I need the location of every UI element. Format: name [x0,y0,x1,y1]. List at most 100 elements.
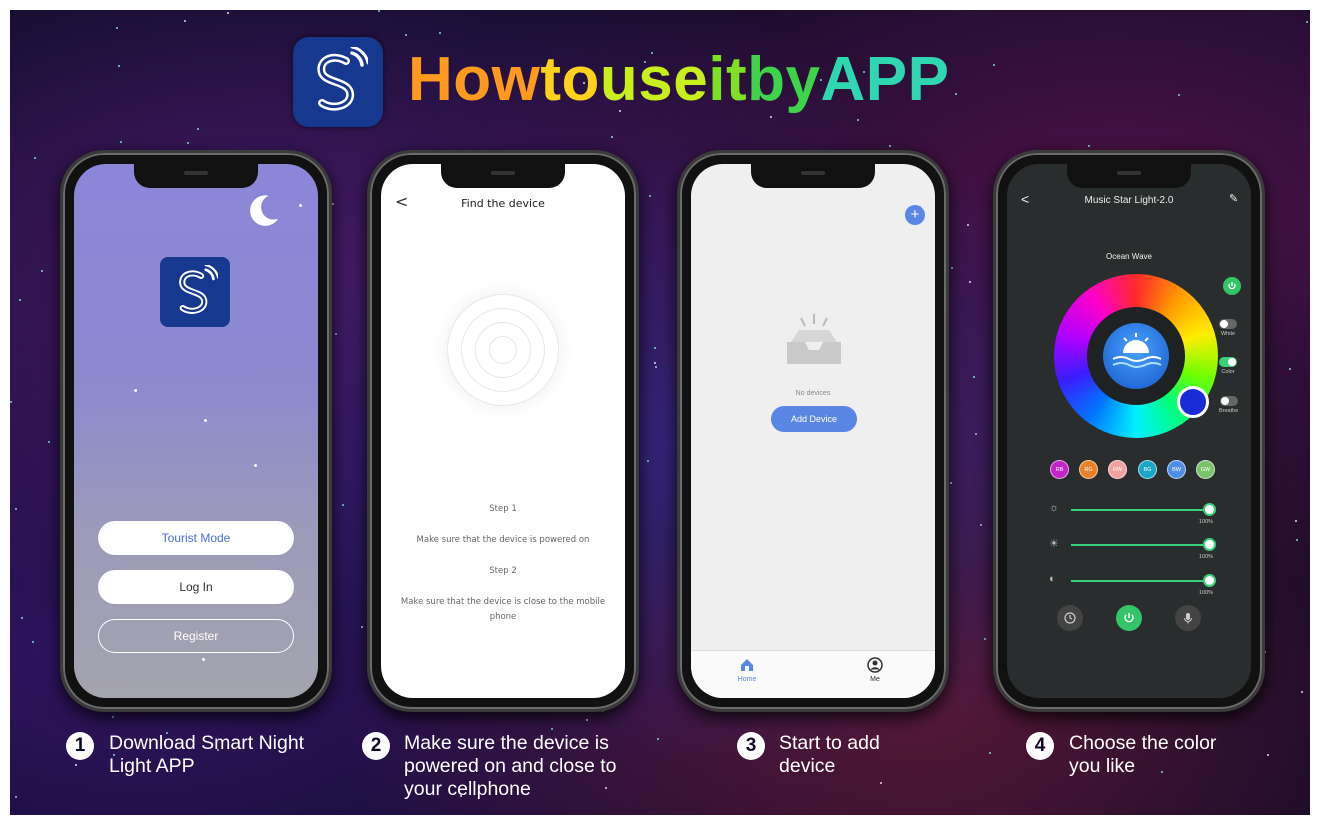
mode-name: Ocean Wave [1106,252,1152,261]
clock-icon[interactable] [1057,605,1083,631]
star-dot [992,63,995,66]
star-decoration [204,419,207,422]
bottom-tab-bar: Home Me [691,650,935,698]
toggle-color[interactable]: Color [1219,357,1237,375]
preset-chip[interactable]: GW [1196,460,1215,479]
caption-line: Light APP [109,755,195,777]
star-dot [880,781,883,784]
star-dot [1294,520,1297,523]
step2-caption: Make sure the device is powered on and c… [404,732,616,801]
color-picker-handle[interactable] [1177,386,1209,418]
step-number: 3 [737,732,765,760]
user-icon [867,657,883,673]
brightness-high-icon: ☀ [1049,538,1059,550]
add-device-button[interactable]: Add Device [771,406,857,432]
star-dot [378,10,381,13]
star-dot [1266,754,1269,757]
star-dot [111,715,114,718]
light-slider[interactable]: ☀ 100% [1043,535,1223,560]
star-dot [551,727,554,730]
star-dot [586,718,589,721]
title-part: How [408,45,541,114]
tab-home[interactable]: Home [717,657,777,683]
add-icon[interactable]: + [905,205,925,225]
star-dot [857,119,860,122]
microphone-icon[interactable] [1175,605,1201,631]
preset-chip[interactable]: BG [1138,460,1157,479]
star-dot [20,617,23,620]
star-dot [41,269,44,272]
star-dot [116,26,119,29]
star-decoration [299,204,302,207]
phone-notch [1067,164,1191,188]
power-icon[interactable] [1116,605,1142,631]
title-part: use [599,45,709,114]
step2-text: Make sure that the device is close to th… [400,597,606,622]
star-dot [341,504,344,507]
star-dot [1301,691,1304,694]
step1-title: Step 1 [489,504,517,514]
register-button[interactable]: Register [98,619,294,653]
star-dot [654,346,657,349]
caption-line: Choose the color [1069,732,1217,754]
phone-notch [441,164,565,188]
title-part: by [747,45,821,114]
home-screen: + No devices Add Device Home Me [691,164,935,698]
caption-line: your cellphone [404,778,531,800]
star-dot [226,12,229,15]
star-decoration [202,658,205,661]
star-dot [19,298,22,301]
preset-chip[interactable]: BW [1167,460,1186,479]
star-dot [980,524,983,527]
step1-text: Make sure that the device is powered on [416,535,590,545]
brightness-low-icon: ☼ [1049,502,1060,514]
preset-chip[interactable]: RG [1079,460,1098,479]
star-dot [1306,21,1309,24]
contrast-slider[interactable]: ◐ 100% [1043,571,1223,596]
star-dot [14,795,17,798]
star-dot [655,365,658,368]
star-dot [648,194,651,197]
brightness-slider[interactable]: ☼ 100% [1043,500,1223,525]
star-dot [950,266,953,269]
step4-caption: Choose the color you like [1069,732,1216,778]
toggle-breathe[interactable]: Breathe [1219,396,1238,414]
slider-percent: 100% [1199,554,1214,560]
toggle-white[interactable]: White [1219,319,1237,337]
log-in-button[interactable]: Log In [98,570,294,604]
app-logo-icon [160,257,230,327]
slider-percent: 100% [1199,590,1214,596]
star-dot [331,203,334,206]
star-decoration [134,389,137,392]
title-part: to [540,45,600,114]
star-dot [120,140,123,143]
edit-icon[interactable]: ✎ [1229,192,1238,205]
caption-line: powered on and close to [404,755,617,777]
title-part: APP [820,45,950,114]
star-dot [966,224,969,227]
star-dot [1178,94,1181,97]
tourist-mode-button[interactable]: Tourist Mode [98,521,294,555]
preset-chip[interactable]: RW [1108,460,1127,479]
screen-title: Find the device [461,196,545,210]
step2-title: Step 2 [489,566,517,576]
tab-me[interactable]: Me [845,657,905,683]
star-decoration [254,464,257,467]
moon-icon [250,195,279,226]
star-dot [969,281,972,284]
star-dot [949,482,952,485]
toggle-breathe-label: Breathe [1219,408,1239,414]
title-part: it [708,45,748,114]
phone-add-device: + No devices Add Device Home Me [677,150,949,712]
star-dot [439,32,442,35]
toggle-white-label: White [1220,331,1236,337]
star-dot [1295,539,1298,542]
star-dot [31,641,34,644]
step-number: 1 [66,732,94,760]
phone-find-device: < Find the device Step 1 Make sure that … [367,150,639,712]
device-title: Music Star Light-2.0 [1084,194,1174,206]
power-toggle-icon[interactable] [1223,277,1241,295]
caption-line: device [779,755,836,777]
preset-chip[interactable]: RB [1050,460,1069,479]
no-devices-label: No devices [795,390,831,397]
